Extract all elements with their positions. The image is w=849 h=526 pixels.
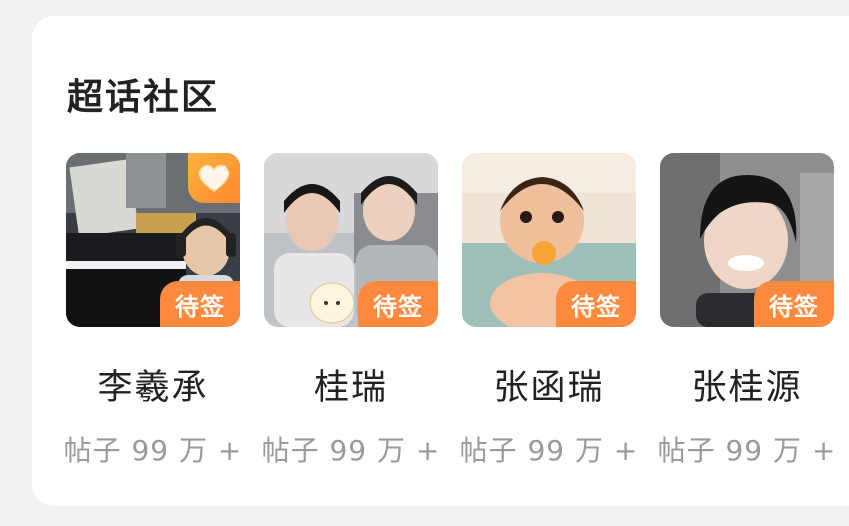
- community-list: 待签 李羲承 帖子 99 万 + 待签 桂瑞 帖子 99 万 + 待签 张函瑞 …: [64, 153, 849, 473]
- community-item[interactable]: 待签 张函瑞 帖子 99 万 +: [460, 153, 638, 473]
- community-name[interactable]: 李羲承: [66, 359, 240, 410]
- community-avatar[interactable]: 待签: [462, 153, 636, 327]
- post-count: 帖子 99 万 +: [459, 434, 639, 467]
- sign-in-badge[interactable]: 待签: [358, 281, 438, 327]
- community-name[interactable]: 张函瑞: [462, 359, 636, 410]
- post-count: 帖子 99 万 +: [657, 434, 837, 467]
- community-avatar[interactable]: 待签: [66, 153, 240, 327]
- heart-icon: [188, 153, 240, 203]
- sign-in-badge[interactable]: 待签: [754, 281, 834, 327]
- community-avatar[interactable]: 待签: [264, 153, 438, 327]
- post-count: 帖子 99 万 +: [261, 434, 441, 467]
- post-count: 帖子 99 万 +: [63, 434, 243, 467]
- community-avatar[interactable]: 待签: [660, 153, 834, 327]
- community-item[interactable]: 待签 李羲承 帖子 99 万 +: [64, 153, 242, 473]
- section-title: 超话社区: [67, 77, 220, 118]
- super-topic-card: 超话社区 待签 李羲承 帖子 99 万 + 待签 桂瑞 帖子 99 万 + 待签…: [32, 16, 849, 506]
- community-item[interactable]: 待签 张桂源 帖子 99 万 +: [658, 153, 836, 473]
- community-name[interactable]: 张桂源: [660, 359, 834, 410]
- community-item[interactable]: 待签 桂瑞 帖子 99 万 +: [262, 153, 440, 473]
- community-name[interactable]: 桂瑞: [264, 359, 438, 410]
- sign-in-badge[interactable]: 待签: [556, 281, 636, 327]
- sign-in-badge[interactable]: 待签: [160, 281, 240, 327]
